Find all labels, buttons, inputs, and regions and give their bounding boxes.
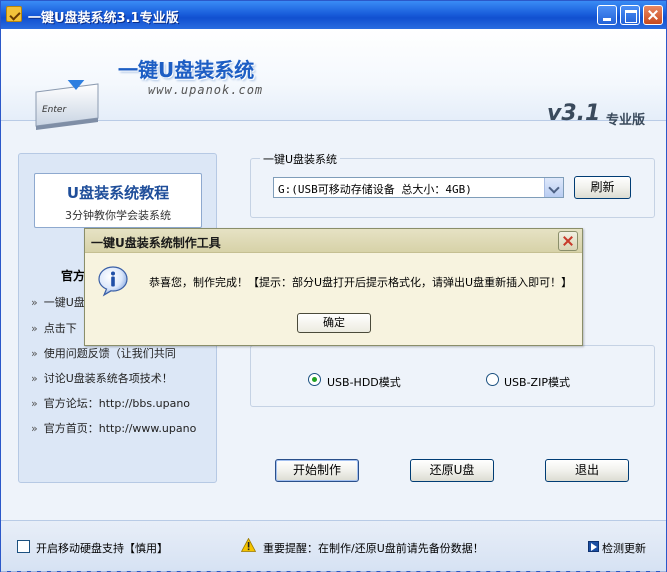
sidebar-link-forum[interactable]: » 官方论坛：http://bbs.upano	[31, 395, 211, 411]
window-title: 一键U盘装系统3.1专业版	[28, 11, 179, 26]
bullet-icon: »	[31, 422, 38, 435]
drive-group-label: 一键U盘装系统	[260, 151, 341, 167]
dialog-close-button[interactable]	[558, 231, 578, 251]
exit-button[interactable]: 退出	[545, 459, 629, 482]
dialog-title-bar[interactable]: 一键U盘装系统制作工具	[85, 229, 582, 253]
hdd-support-label[interactable]: 开启移动硬盘支持【慎用】	[36, 540, 168, 556]
enter-key-label: Enter	[42, 105, 67, 115]
logo-url: www.upanok.com	[148, 83, 264, 97]
dialog-message: 恭喜您，制作完成！【提示：部分U盘打开后提示格式化，请弹出U盘重新插入即可！】	[149, 276, 573, 289]
chevron-down-icon[interactable]	[544, 178, 563, 197]
title-bar[interactable]: 一键U盘装系统3.1专业版	[1, 1, 666, 29]
bullet-icon: »	[31, 397, 38, 410]
enter-key-icon: Enter	[35, 80, 99, 130]
minimize-button[interactable]	[597, 5, 617, 25]
warning-icon	[241, 538, 256, 552]
hdd-support-checkbox[interactable]	[17, 540, 30, 553]
info-icon	[98, 266, 128, 297]
close-window-button[interactable]	[643, 5, 663, 25]
refresh-button[interactable]: 刷新	[574, 176, 631, 199]
maximize-button[interactable]	[620, 5, 640, 25]
bullet-icon: »	[31, 296, 38, 309]
app-icon	[6, 6, 22, 22]
warning-text: 重要提醒：在制作/还原U盘前请先备份数据！	[263, 542, 484, 555]
play-arrow-icon[interactable]	[588, 541, 599, 552]
completion-dialog: 一键U盘装系统制作工具 恭喜您，制作完成！【提示：部分U盘打开后提示格式化，请弹…	[84, 228, 583, 346]
usb-hdd-radio[interactable]	[308, 373, 321, 386]
sidebar-link-feedback[interactable]: » 使用问题反馈（让我们共同	[31, 345, 211, 361]
drive-select[interactable]: G:(USB可移动存储设备 总大小：4GB)	[273, 177, 564, 198]
check-update-link[interactable]: 检测更新	[602, 540, 646, 556]
tutorial-title: U盘装系统教程	[66, 184, 170, 202]
tutorial-subtitle: 3分钟教你学会装系统	[65, 209, 171, 222]
official-label: 官方	[61, 269, 86, 283]
sidebar-link-discuss[interactable]: » 讨论U盘装系统各项技术！	[31, 370, 211, 386]
sidebar-link-homepage[interactable]: » 官方首页：http://www.upano	[31, 420, 211, 436]
bullet-icon: »	[31, 372, 38, 385]
version-label: v3.1	[547, 101, 601, 126]
usb-zip-label[interactable]: USB-ZIP模式	[504, 374, 570, 390]
tutorial-button[interactable]: U盘装系统教程 3分钟教你学会装系统	[34, 173, 202, 228]
logo-title: 一键U盘装系统	[118, 58, 255, 82]
restore-button[interactable]: 还原U盘	[410, 459, 494, 482]
bullet-icon: »	[31, 347, 38, 360]
start-button[interactable]: 开始制作	[275, 459, 359, 482]
bullet-icon: »	[31, 322, 38, 335]
header-banner: Enter 一键U盘装系统 www.upanok.com v3.1 专业版	[1, 29, 666, 130]
usb-hdd-label[interactable]: USB-HDD模式	[327, 374, 401, 390]
usb-zip-radio[interactable]	[486, 373, 499, 386]
edition-label: 专业版	[606, 113, 646, 128]
ok-button[interactable]: 确定	[297, 313, 371, 333]
dialog-title: 一键U盘装系统制作工具	[91, 236, 221, 250]
